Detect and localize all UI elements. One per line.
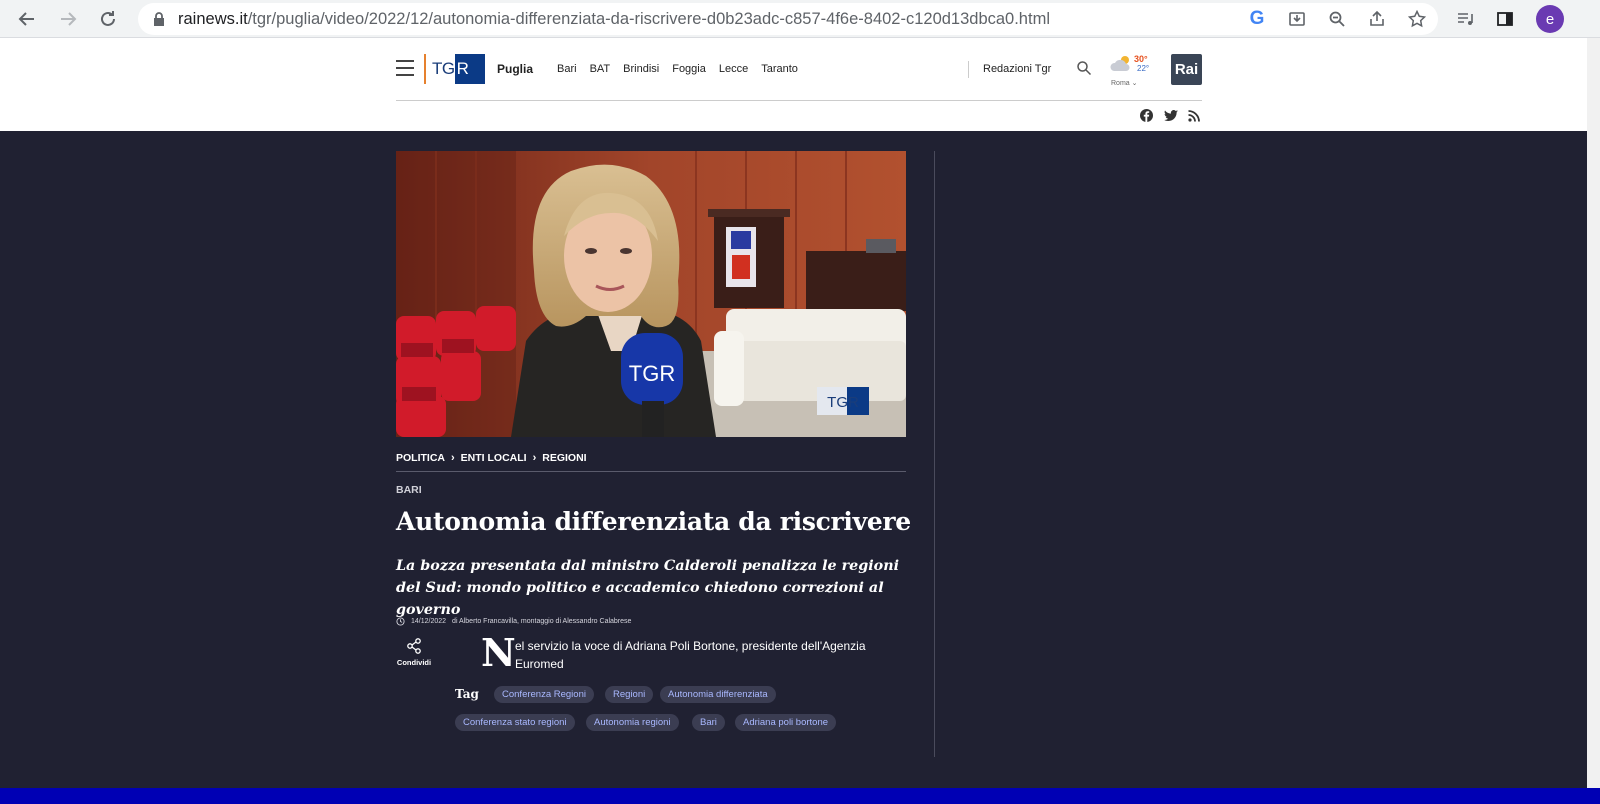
header-divider	[968, 61, 969, 78]
facebook-icon[interactable]	[1140, 107, 1154, 122]
article-meta: 14/12/2022 di Alberto Francavilla, monta…	[396, 617, 631, 626]
chevron-right-icon: ›	[532, 452, 537, 464]
tag-adriana-poli-bortone[interactable]: Adriana poli bortone	[735, 714, 837, 731]
rai-logo[interactable]: Rai	[1171, 54, 1202, 85]
breadcrumb-regioni[interactable]: REGIONI	[542, 452, 586, 464]
city-link-foggia[interactable]: Foggia	[672, 63, 706, 75]
forward-arrow-icon[interactable]	[53, 4, 83, 34]
header-rule	[396, 100, 1202, 101]
breadcrumb-rule	[396, 471, 906, 472]
tag-conferenza-regioni[interactable]: Conferenza Regioni	[494, 686, 594, 703]
clock-icon	[396, 617, 405, 626]
share-label: Condividi	[396, 658, 432, 667]
breadcrumb: POLITICA › ENTI LOCALI › REGIONI	[396, 452, 587, 464]
back-arrow-icon[interactable]	[12, 4, 42, 34]
video-frame: TGR TGR	[396, 151, 906, 437]
tgr-logo[interactable]: TG R	[424, 54, 486, 84]
twitter-icon[interactable]	[1164, 107, 1178, 122]
article-place[interactable]: BARI	[396, 484, 422, 496]
weather-high: 30°	[1134, 54, 1148, 64]
article-area: TGR TGR POLITICA › ENTI LOCALI › REGIONI…	[0, 131, 1600, 788]
chevron-down-icon: ⌄	[1131, 80, 1138, 87]
tag-autonomia-regioni[interactable]: Autonomia regioni	[586, 714, 679, 731]
share-button[interactable]: Condividi	[396, 638, 432, 667]
city-link-bat[interactable]: BAT	[590, 63, 611, 75]
rss-icon[interactable]	[1188, 107, 1202, 122]
menu-icon[interactable]	[396, 60, 414, 76]
bookmark-star-icon[interactable]	[1402, 4, 1432, 34]
weather-low: 22°	[1137, 64, 1150, 73]
article-date: 14/12/2022	[411, 618, 447, 625]
url-path: /tgr/puglia/video/2022/12/autonomia-diff…	[247, 9, 1050, 28]
side-panel-icon[interactable]	[1490, 4, 1520, 34]
video-watermark: TGR	[827, 394, 859, 411]
tag-label: Tag	[455, 687, 479, 701]
tag-bari[interactable]: Bari	[692, 714, 725, 731]
site-header: TG R Puglia Bari BAT Brindisi Foggia Lec…	[0, 38, 1600, 131]
reload-icon[interactable]	[93, 4, 123, 34]
weather-city[interactable]: Roma ⌄	[1111, 79, 1138, 87]
mic-logo: TGR	[629, 361, 675, 386]
search-icon[interactable]	[1076, 60, 1094, 78]
article-subtitle: La bozza presentata dal ministro Caldero…	[396, 558, 900, 618]
breadcrumb-politica[interactable]: POLITICA	[396, 452, 445, 464]
article-author: di Alberto Francavilla, montaggio di Ale…	[452, 618, 632, 625]
column-divider	[934, 151, 935, 757]
share-page-icon[interactable]	[1362, 4, 1392, 34]
page-scrollbar[interactable]	[1587, 38, 1600, 788]
region-link[interactable]: Puglia	[497, 62, 533, 76]
media-control-icon[interactable]	[1450, 4, 1480, 34]
share-icon	[407, 638, 421, 654]
video-player[interactable]: TGR TGR	[396, 151, 906, 437]
browser-toolbar: rainews.it/tgr/puglia/video/2022/12/auto…	[0, 0, 1600, 38]
article-title: Autonomia differenziata da riscrivere	[396, 507, 911, 536]
footer-bar	[0, 788, 1600, 804]
install-app-icon[interactable]	[1282, 4, 1312, 34]
dropcap: N	[481, 630, 516, 675]
google-icon[interactable]: G	[1242, 4, 1272, 34]
city-link-lecce[interactable]: Lecce	[719, 63, 748, 75]
city-link-brindisi[interactable]: Brindisi	[623, 63, 659, 75]
tgr-logo-block: R	[454, 54, 485, 84]
article-body: el servizio la voce di Adriana Poli Bort…	[515, 639, 866, 671]
chevron-right-icon: ›	[451, 452, 455, 464]
tag-conferenza-stato-regioni[interactable]: Conferenza stato regioni	[455, 714, 575, 731]
tgr-logo-text: TG	[432, 59, 455, 78]
weather-city-label: Roma	[1111, 80, 1130, 87]
zoom-out-icon[interactable]	[1322, 4, 1352, 34]
profile-avatar[interactable]: e	[1536, 5, 1564, 33]
url-text: rainews.it/tgr/puglia/video/2022/12/auto…	[178, 10, 1050, 29]
url-host: rainews.it	[178, 9, 248, 28]
tag-regioni[interactable]: Regioni	[605, 686, 654, 703]
city-nav: Bari BAT Brindisi Foggia Lecce Taranto	[557, 63, 798, 75]
breadcrumb-enti-locali[interactable]: ENTI LOCALI	[461, 452, 527, 464]
lock-icon	[150, 10, 168, 28]
tag-autonomia-differenziata[interactable]: Autonomia differenziata	[660, 686, 776, 703]
city-link-bari[interactable]: Bari	[557, 63, 577, 75]
city-link-taranto[interactable]: Taranto	[761, 63, 798, 75]
redazioni-link[interactable]: Redazioni Tgr	[983, 63, 1051, 75]
